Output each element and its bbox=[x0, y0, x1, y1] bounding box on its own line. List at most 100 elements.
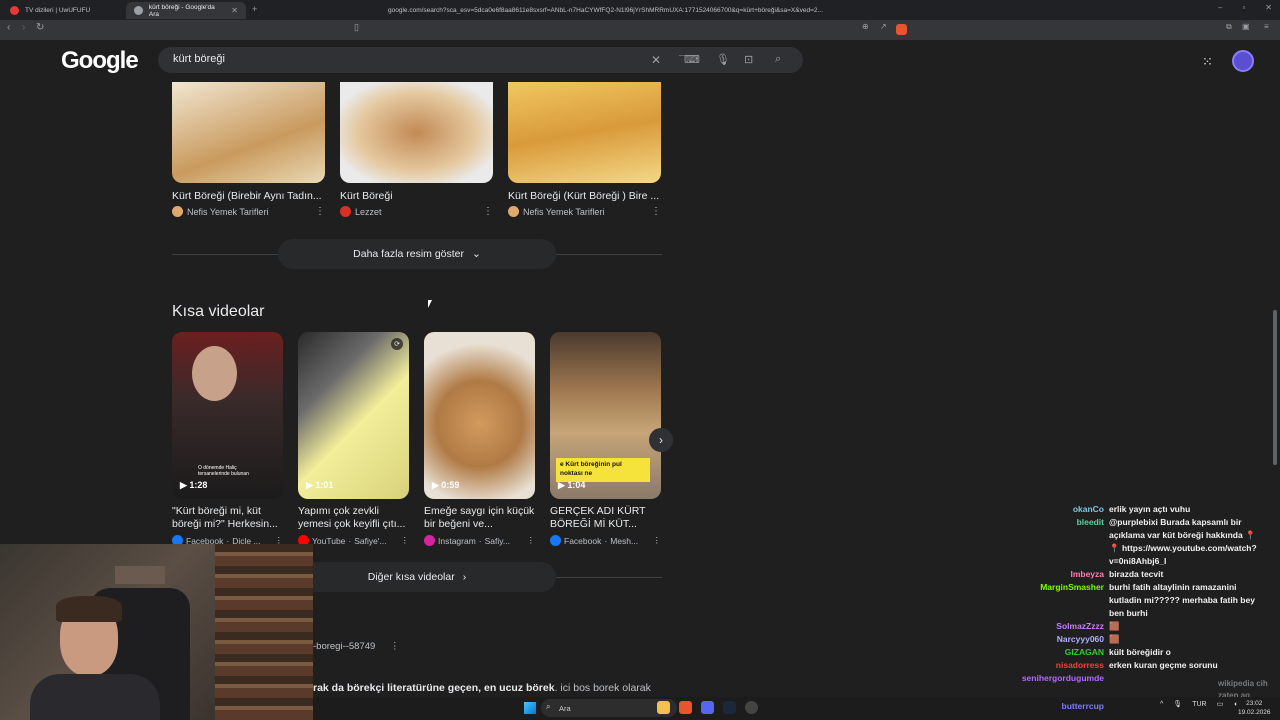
image-title[interactable]: Kürt Böreği (Birebir Aynı Tadın... bbox=[172, 190, 325, 202]
more-options-icon[interactable]: ⋮ bbox=[483, 206, 493, 217]
clear-search-icon[interactable]: ✕ bbox=[651, 53, 661, 67]
brave-shield-icon[interactable] bbox=[896, 24, 907, 35]
video-title[interactable]: Emeğe saygı için küçük bir beğeni ve... bbox=[424, 505, 535, 531]
reload-icon[interactable]: ↻ bbox=[36, 22, 44, 33]
close-tab-icon[interactable]: ✕ bbox=[231, 6, 238, 15]
section-title: Kısa videolar bbox=[172, 303, 265, 320]
more-options-icon[interactable]: ⋮ bbox=[315, 206, 325, 217]
minimize-icon[interactable]: – bbox=[1218, 3, 1222, 12]
chat-username[interactable]: okanCo bbox=[1073, 503, 1104, 516]
more-options-icon[interactable]: ⋮ bbox=[401, 535, 410, 546]
video-thumbnail[interactable]: ⟳ ▶ 1:01 bbox=[298, 332, 409, 499]
lens-icon[interactable]: ⊡ bbox=[744, 53, 753, 66]
chat-username[interactable]: bleedit bbox=[1077, 516, 1104, 529]
tab-google-search[interactable]: kürt böreği - Google'da Ara ✕ bbox=[126, 2, 246, 19]
microphone-icon[interactable]: 🎙 bbox=[1173, 700, 1182, 708]
result-snippet: rak da börekçi literatürüne geçen, en uc… bbox=[313, 682, 651, 694]
brave-browser-icon[interactable] bbox=[679, 701, 692, 714]
more-shorts-button[interactable]: Diğer kısa videolar › bbox=[278, 562, 556, 592]
chat-username[interactable]: Imbeyza bbox=[1070, 568, 1104, 581]
image-thumbnail[interactable] bbox=[172, 82, 325, 183]
language-indicator[interactable]: TUR bbox=[1192, 701, 1206, 708]
chat-username[interactable]: nisadorress bbox=[1056, 659, 1104, 672]
video-title[interactable]: GERÇEK ADI KÜRT BÖREĞİ Mİ KÜT... bbox=[550, 505, 661, 531]
chat-username[interactable]: MarginSmasher bbox=[1040, 581, 1104, 594]
windows-start-icon[interactable] bbox=[524, 702, 536, 714]
author-name: Mesh... bbox=[610, 535, 639, 546]
facebook-icon bbox=[550, 535, 561, 546]
close-window-icon[interactable]: ✕ bbox=[1265, 3, 1272, 12]
tab-uwufufu[interactable]: TV dizileri | UwUFUFU bbox=[2, 2, 124, 19]
result-url[interactable]: -boregi--58749 ⋮ bbox=[313, 641, 399, 652]
video-thumbnail[interactable]: e Kürt böreğinin pul noktası ne ▶ 1:04 bbox=[550, 332, 661, 499]
image-result[interactable]: Kürt Böreği (Kürt Böreği ) Bire ... Nefi… bbox=[508, 82, 661, 217]
source-logo-icon bbox=[340, 206, 351, 217]
window-controls: – ▫ ✕ bbox=[1218, 3, 1272, 12]
image-title[interactable]: Kürt Böreği (Kürt Böreği ) Bire ... bbox=[508, 190, 661, 202]
bookmark-icon[interactable]: ▯ bbox=[354, 22, 359, 33]
short-video[interactable]: e Kürt böreğinin pul noktası ne ▶ 1:04 G… bbox=[550, 332, 661, 546]
microphone-icon[interactable]: 🎙 bbox=[716, 53, 730, 66]
more-options-icon[interactable]: ⋮ bbox=[651, 206, 661, 217]
chat-username[interactable]: Narcyyy060 bbox=[1057, 633, 1104, 646]
url-bar[interactable]: google.com/search?sca_esv=5dca0e6f8aa861… bbox=[370, 3, 910, 17]
wallet-icon[interactable]: ▣ bbox=[1242, 22, 1250, 31]
more-options-icon[interactable]: ⋮ bbox=[653, 535, 662, 546]
more-options-icon[interactable]: ⋮ bbox=[390, 641, 400, 652]
video-source: Facebook · Mesh... ⋮ bbox=[550, 535, 661, 546]
back-icon[interactable]: ‹ bbox=[7, 22, 10, 33]
account-avatar[interactable] bbox=[1232, 50, 1254, 72]
search-input[interactable] bbox=[158, 47, 803, 73]
url-tail: -boregi--58749 bbox=[313, 641, 376, 652]
more-images-button[interactable]: Daha fazla resim göster ⌄ bbox=[278, 239, 556, 269]
search-icon[interactable]: ⌕ bbox=[775, 53, 781, 66]
image-thumbnail[interactable] bbox=[508, 82, 661, 183]
video-thumbnail[interactable]: ▶ 0:59 bbox=[424, 332, 535, 499]
person-face bbox=[192, 346, 237, 401]
share-icon[interactable]: ↗ bbox=[880, 22, 887, 31]
video-source: YouTube · Safiye'... ⋮ bbox=[298, 535, 409, 546]
apps-grid-icon[interactable]: ⁙ bbox=[1202, 54, 1213, 70]
maximize-icon[interactable]: ▫ bbox=[1242, 3, 1245, 12]
steam-icon[interactable] bbox=[723, 701, 736, 714]
chat-message: v=0ni8Ahbj6_I bbox=[1109, 556, 1167, 566]
short-video[interactable]: ⟳ ▶ 1:01 Yapımı çok zevkli yemesi çok ke… bbox=[298, 332, 409, 546]
image-result[interactable]: Kürt Böreği Lezzet ⋮ bbox=[340, 82, 493, 217]
zoom-icon[interactable]: ⊕ bbox=[862, 22, 869, 31]
short-video[interactable]: ▶ 0:59 Emeğe saygı için küçük bir beğeni… bbox=[424, 332, 535, 546]
search-query[interactable]: kürt böreği bbox=[173, 53, 225, 65]
obs-icon[interactable] bbox=[745, 701, 758, 714]
menu-icon[interactable]: ≡ bbox=[1264, 22, 1269, 31]
more-options-icon[interactable]: ⋮ bbox=[527, 535, 536, 546]
network-icon[interactable]: ▭ bbox=[1217, 700, 1224, 708]
page-scrollbar[interactable] bbox=[1273, 310, 1277, 465]
keyboard-icon[interactable]: ⌨ bbox=[684, 53, 700, 66]
chat-username[interactable]: SolmazZzzz bbox=[1056, 620, 1104, 633]
chat-username[interactable]: butterrcup bbox=[1062, 700, 1105, 713]
taskbar-clock[interactable]: 23:02 19.02.2026 bbox=[1238, 699, 1271, 717]
instagram-icon bbox=[424, 535, 435, 546]
new-tab-icon[interactable]: + bbox=[252, 4, 257, 14]
video-duration: ▶ 1:04 bbox=[558, 480, 586, 490]
address-toolbar bbox=[0, 20, 1280, 40]
webcam-overlay bbox=[0, 544, 313, 720]
video-thumbnail[interactable]: O dönemde Haliç tersanelerinde bulunan ▶… bbox=[172, 332, 283, 499]
image-title[interactable]: Kürt Böreği bbox=[340, 190, 493, 202]
video-title[interactable]: Yapımı çok zevkli yemesi çok keyifli çıt… bbox=[298, 505, 409, 531]
image-result[interactable]: Kürt Böreği (Birebir Aynı Tadın... Nefis… bbox=[172, 82, 325, 217]
image-thumbnail[interactable] bbox=[340, 82, 493, 183]
discord-icon[interactable] bbox=[701, 701, 714, 714]
file-explorer-icon[interactable] bbox=[657, 701, 670, 714]
extensions-icon[interactable]: ⧉ bbox=[1226, 22, 1232, 32]
chat-message: birazda tecvit bbox=[1109, 569, 1164, 579]
forward-icon[interactable]: › bbox=[22, 22, 25, 33]
google-logo[interactable]: Google bbox=[61, 47, 139, 75]
volume-icon[interactable]: ◖ bbox=[1233, 701, 1237, 708]
video-title[interactable]: "Kürt böreği mi, küt böreği mi?" Herkesi… bbox=[172, 505, 283, 531]
chat-username[interactable]: GIZAGAN bbox=[1065, 646, 1104, 659]
chat-username[interactable]: senihergordugumde bbox=[1022, 672, 1104, 685]
carousel-next-button[interactable]: › bbox=[649, 428, 673, 452]
chevron-up-icon[interactable]: ^ bbox=[1160, 701, 1163, 708]
short-video[interactable]: O dönemde Haliç tersanelerinde bulunan ▶… bbox=[172, 332, 283, 546]
chat-message: burhi fatih altaylinin ramazanini bbox=[1109, 582, 1237, 592]
